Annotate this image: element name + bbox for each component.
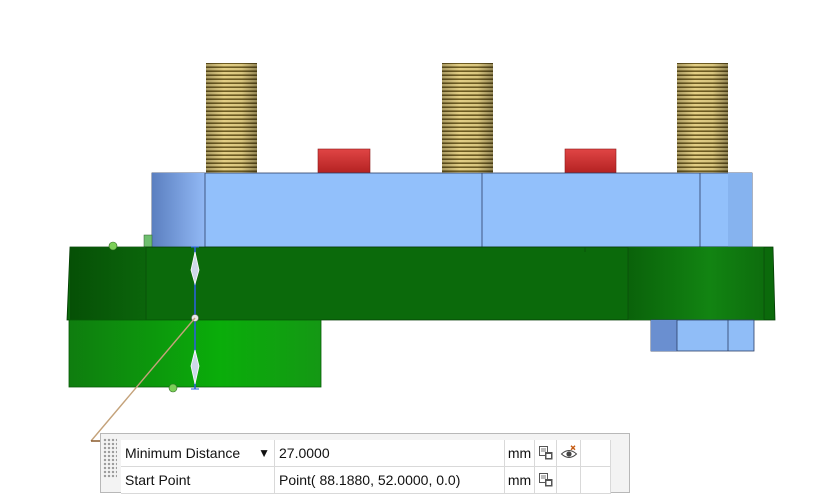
empty-cell bbox=[581, 467, 611, 493]
visibility-toggle-icon[interactable] bbox=[557, 440, 581, 466]
reference-point-top[interactable] bbox=[108, 241, 118, 251]
threaded-stud-middle[interactable] bbox=[442, 63, 493, 173]
start-point-label: Start Point bbox=[121, 467, 275, 493]
measurement-type-dropdown[interactable]: Minimum Distance ▼ bbox=[121, 440, 275, 466]
green-tab[interactable] bbox=[143, 234, 153, 248]
blue-bottom-block[interactable] bbox=[650, 319, 755, 352]
empty-cell bbox=[557, 467, 581, 493]
green-base-plate[interactable] bbox=[66, 246, 776, 321]
threaded-stud-right[interactable] bbox=[677, 63, 728, 173]
measurement-value: 27.0000 bbox=[275, 440, 505, 466]
measurement-results-panel: Minimum Distance ▼ 27.0000 mm Start Poin… bbox=[100, 433, 630, 494]
red-pin-left[interactable] bbox=[317, 148, 371, 174]
3d-viewport[interactable] bbox=[0, 0, 827, 476]
red-pin-right[interactable] bbox=[564, 148, 617, 174]
dropdown-arrow-icon[interactable]: ▼ bbox=[258, 446, 270, 460]
reference-point-bottom[interactable] bbox=[168, 383, 178, 393]
measurement-row-start-point[interactable]: Start Point Point( 88.1880, 52.0000, 0.0… bbox=[121, 467, 611, 494]
measurement-unit: mm bbox=[505, 440, 535, 466]
empty-cell bbox=[581, 440, 611, 466]
copy-to-clipboard-icon[interactable] bbox=[535, 467, 557, 493]
measurement-label: Minimum Distance bbox=[125, 445, 241, 461]
copy-to-clipboard-icon[interactable] bbox=[535, 440, 557, 466]
threaded-stud-left[interactable] bbox=[206, 63, 257, 173]
start-point-unit: mm bbox=[505, 467, 535, 493]
measurement-row-minimum-distance[interactable]: Minimum Distance ▼ 27.0000 mm bbox=[121, 440, 611, 467]
start-point-value: Point( 88.1880, 52.0000, 0.0) bbox=[275, 467, 505, 493]
blue-top-plate[interactable] bbox=[151, 172, 753, 248]
panel-drag-handle[interactable] bbox=[103, 438, 117, 478]
